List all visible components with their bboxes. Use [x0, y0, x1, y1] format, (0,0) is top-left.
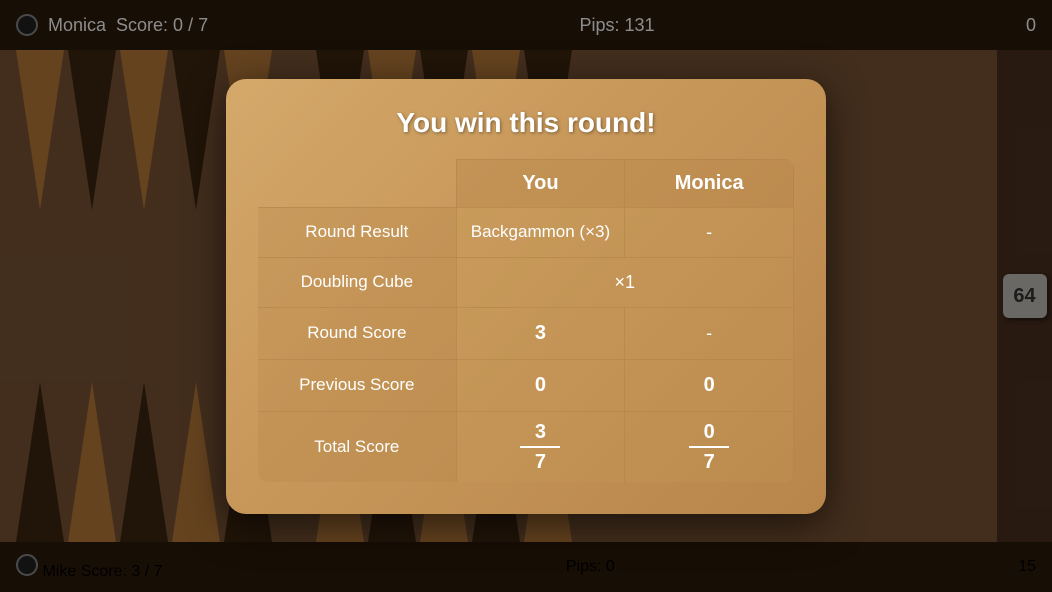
you-fraction-line	[520, 446, 560, 448]
previous-score-row: Previous Score 0 0	[258, 359, 794, 411]
previous-score-label: Previous Score	[258, 359, 456, 411]
table-header-row: You Monica	[258, 159, 794, 207]
modal-overlay: You win this round! You Monica Round Res…	[0, 0, 1052, 592]
round-score-opponent: -	[625, 307, 794, 359]
you-numerator: 3	[535, 420, 546, 444]
round-score-row: Round Score 3 -	[258, 307, 794, 359]
round-result-label: Round Result	[258, 207, 456, 257]
col-you-header: You	[456, 159, 625, 207]
col-opponent-header: Monica	[625, 159, 794, 207]
round-score-label: Round Score	[258, 307, 456, 359]
previous-score-you: 0	[456, 359, 625, 411]
opponent-numerator: 0	[704, 420, 715, 444]
score-table: You Monica Round Result Backgammon (×3) …	[258, 159, 794, 482]
round-result-you: Backgammon (×3)	[456, 207, 625, 257]
round-result-row: Round Result Backgammon (×3) -	[258, 207, 794, 257]
col-label-header	[258, 159, 456, 207]
you-denominator: 7	[535, 450, 546, 474]
doubling-cube-row: Doubling Cube ×1	[258, 257, 794, 307]
previous-score-opponent: 0	[625, 359, 794, 411]
round-result-modal: You win this round! You Monica Round Res…	[226, 79, 826, 514]
total-score-opponent: 0 7	[625, 411, 794, 482]
you-fraction: 3 7	[457, 420, 625, 474]
total-score-you: 3 7	[456, 411, 625, 482]
round-result-opponent: -	[625, 207, 794, 257]
opponent-fraction-line	[689, 446, 729, 448]
opponent-denominator: 7	[704, 450, 715, 474]
doubling-cube-label: Doubling Cube	[258, 257, 456, 307]
modal-title: You win this round!	[258, 107, 794, 139]
round-score-you: 3	[456, 307, 625, 359]
doubling-cube-value: ×1	[456, 257, 793, 307]
total-score-row: Total Score 3 7 0 7	[258, 411, 794, 482]
opponent-fraction: 0 7	[625, 420, 793, 474]
total-score-label: Total Score	[258, 411, 456, 482]
